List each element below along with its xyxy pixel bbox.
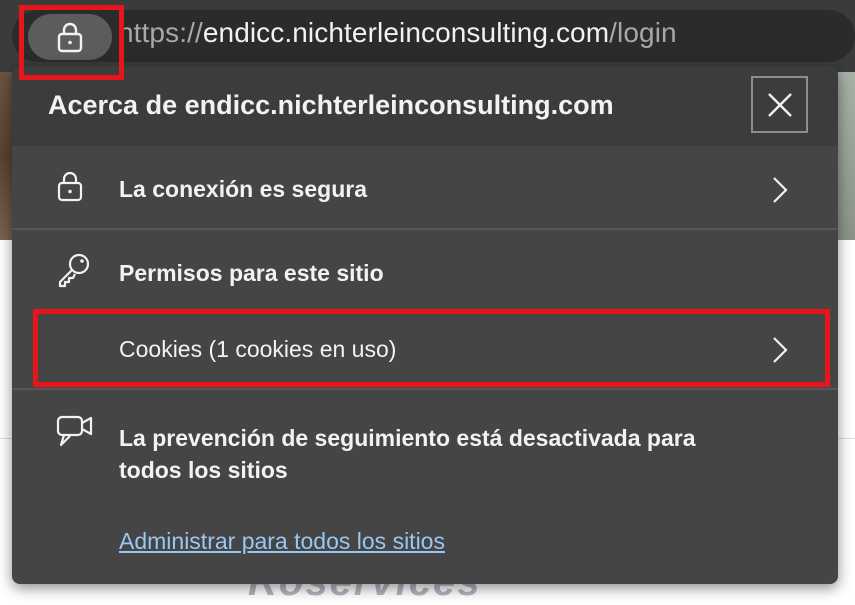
close-icon (767, 92, 792, 117)
chevron-right-icon (773, 177, 788, 203)
divider (12, 388, 838, 390)
lock-icon (57, 171, 83, 202)
highlight-lock-button (19, 5, 124, 80)
connection-secure-item[interactable]: La conexión es segura (12, 150, 838, 228)
manage-all-sites-link[interactable]: Administrar para todos los sitios (119, 528, 445, 555)
permissions-label: Permisos para este sitio (119, 260, 384, 286)
key-icon (58, 253, 90, 288)
url-host: endicc.nichterleinconsulting.com (202, 17, 610, 48)
popup-title: Acerca de endicc.nichterleinconsulting.c… (48, 90, 614, 120)
close-button[interactable] (751, 76, 808, 133)
permissions-item: Permisos para este sitio (12, 230, 838, 302)
tracking-prevention-icon (56, 415, 93, 447)
connection-label: La conexión es segura (119, 176, 367, 202)
highlight-cookies-item (33, 309, 830, 387)
popup-header: Acerca de endicc.nichterleinconsulting.c… (12, 66, 838, 146)
url-path: /login (609, 17, 677, 48)
page-background-image-right (836, 72, 855, 240)
address-bar: https://endicc.nichterleinconsulting.com… (0, 0, 855, 72)
tracking-prevention-item: La prevención de seguimiento está desact… (12, 392, 838, 492)
tracking-label: La prevención de seguimiento está desact… (119, 425, 696, 483)
url-scheme: https:// (118, 17, 203, 48)
url-text[interactable]: https://endicc.nichterleinconsulting.com… (118, 17, 677, 49)
